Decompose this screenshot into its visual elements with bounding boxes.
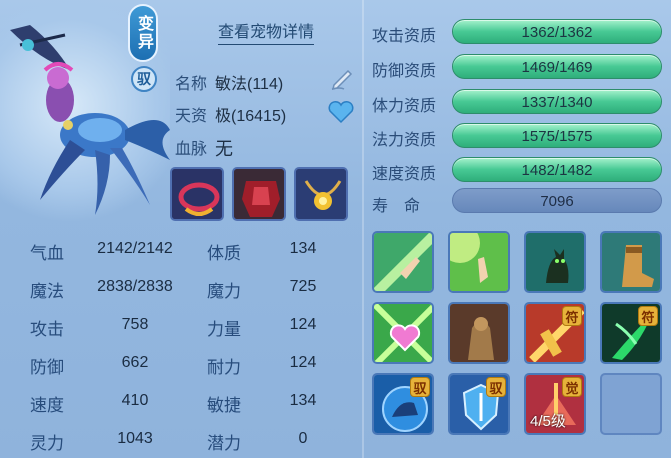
stat-label-speed: 速度: [30, 396, 64, 415]
stat-label-mp: 魔法: [30, 282, 64, 301]
skill-slot-7[interactable]: 符: [524, 302, 586, 364]
pet-bloodline-row: 血脉 无: [175, 135, 233, 161]
pet-panel: 变异 驭 查看宠物详情 名称 敏法(114) 天资 极(16415) 血脉 无: [0, 0, 671, 458]
attr-value-endurance: 124: [289, 354, 317, 371]
pet-talent-row: 天资 极(16415): [175, 102, 286, 126]
aptitude-label-stamina: 体力资质: [372, 98, 437, 115]
skill-slot-6[interactable]: [448, 302, 510, 364]
skill-slot-8[interactable]: 符: [600, 302, 662, 364]
stone-figure-icon: [450, 304, 508, 362]
attr-value-constitution: 134: [289, 240, 317, 257]
armor-icon: [234, 169, 284, 219]
column-divider: [362, 0, 364, 458]
attr-value-potential: 0: [298, 430, 308, 447]
bloodline-label: 血脉: [175, 141, 208, 158]
pet-name-row: 名称 敏法(114): [175, 70, 283, 94]
attr-label-constitution: 体质: [207, 244, 241, 263]
heart-burst-icon: [374, 304, 432, 362]
collar-icon: [172, 169, 222, 219]
aptitude-value-stamina: 1337/1340: [521, 94, 593, 111]
amulet-icon: [296, 169, 346, 219]
aptitude-bar-speed: 1482/1482: [452, 157, 662, 182]
mount-badge: 驭: [131, 66, 157, 92]
aptitude-label-defense: 防御资质: [372, 63, 437, 80]
attr-value-magic: 725: [289, 278, 317, 295]
aptitude-bar-attack: 1362/1362: [452, 19, 662, 44]
attr-value-agility: 134: [289, 392, 317, 409]
bloodline-value: 无: [215, 139, 234, 159]
variant-badge: 变异: [128, 4, 158, 62]
awaken-level: 4/5级: [530, 413, 566, 430]
skill-slot-1[interactable]: [372, 231, 434, 293]
finger-point-icon: [374, 233, 432, 291]
open-palm-icon: [450, 233, 508, 291]
attr-label-magic: 魔力: [207, 282, 241, 301]
aptitude-bar-defense: 1469/1469: [452, 54, 662, 79]
attr-value-strength: 124: [289, 316, 317, 333]
favorite-heart-icon[interactable]: [327, 100, 355, 124]
cat-icon: [526, 233, 584, 291]
skill-slot-empty[interactable]: [600, 373, 662, 435]
skill-slot-10[interactable]: 驭: [448, 373, 510, 435]
rename-pen-icon[interactable]: [330, 65, 356, 91]
skill-slot-2[interactable]: [448, 231, 510, 293]
lifespan-value: 7096: [540, 193, 574, 210]
stat-value-mp: 2838/2838: [97, 278, 173, 295]
boot-icon: [602, 233, 660, 291]
aptitude-bar-mana: 1575/1575: [452, 123, 662, 148]
stat-label-spirit: 灵力: [30, 434, 64, 453]
pet-portrait: 变异 驭: [0, 0, 170, 225]
view-pet-details-link[interactable]: 查看宠物详情: [218, 18, 315, 45]
equip-slot-amulet[interactable]: [294, 167, 348, 221]
aptitude-bar-stamina: 1337/1340: [452, 89, 662, 114]
stat-label-hp: 气血: [30, 244, 64, 263]
aptitude-value-speed: 1482/1482: [521, 162, 593, 179]
skill-slot-11[interactable]: 觉 4/5级: [524, 373, 586, 435]
stat-label-defense: 防御: [30, 358, 64, 377]
aptitude-label-mana: 法力资质: [372, 132, 437, 149]
talisman-tag-2: 符: [638, 306, 658, 326]
stat-value-attack: 758: [121, 316, 149, 333]
mount-tag: 驭: [410, 377, 430, 397]
lifespan-label: 寿 命: [372, 198, 421, 215]
stat-value-hp: 2142/2142: [97, 240, 173, 257]
talent-label: 天资: [175, 108, 208, 125]
attr-label-agility: 敏捷: [207, 396, 241, 415]
mount-tag-2: 驭: [486, 377, 506, 397]
talisman-tag: 符: [562, 306, 582, 326]
attr-label-strength: 力量: [207, 320, 241, 339]
skill-slot-9[interactable]: 驭: [372, 373, 434, 435]
equip-slot-collar[interactable]: [170, 167, 224, 221]
aptitude-value-mana: 1575/1575: [521, 128, 593, 145]
equip-slot-armor[interactable]: [232, 167, 286, 221]
talent-value: 极(16415): [215, 108, 287, 125]
skill-slot-3[interactable]: [524, 231, 586, 293]
stat-value-speed: 410: [121, 392, 149, 409]
aptitude-label-attack: 攻击资质: [372, 28, 437, 45]
attr-label-potential: 潜力: [207, 434, 241, 453]
stat-value-spirit: 1043: [117, 430, 153, 447]
skill-slot-5[interactable]: [372, 302, 434, 364]
aptitude-label-speed: 速度资质: [372, 166, 437, 183]
name-value: 敏法(114): [215, 76, 284, 93]
aptitude-value-attack: 1362/1362: [521, 24, 593, 41]
attr-label-endurance: 耐力: [207, 358, 241, 377]
stat-label-attack: 攻击: [30, 320, 64, 339]
awaken-tag: 觉: [562, 377, 582, 397]
stat-value-defense: 662: [121, 354, 149, 371]
skill-slot-4[interactable]: [600, 231, 662, 293]
lifespan-bar: 7096: [452, 188, 662, 213]
aptitude-value-defense: 1469/1469: [521, 59, 593, 76]
name-label: 名称: [175, 76, 208, 93]
